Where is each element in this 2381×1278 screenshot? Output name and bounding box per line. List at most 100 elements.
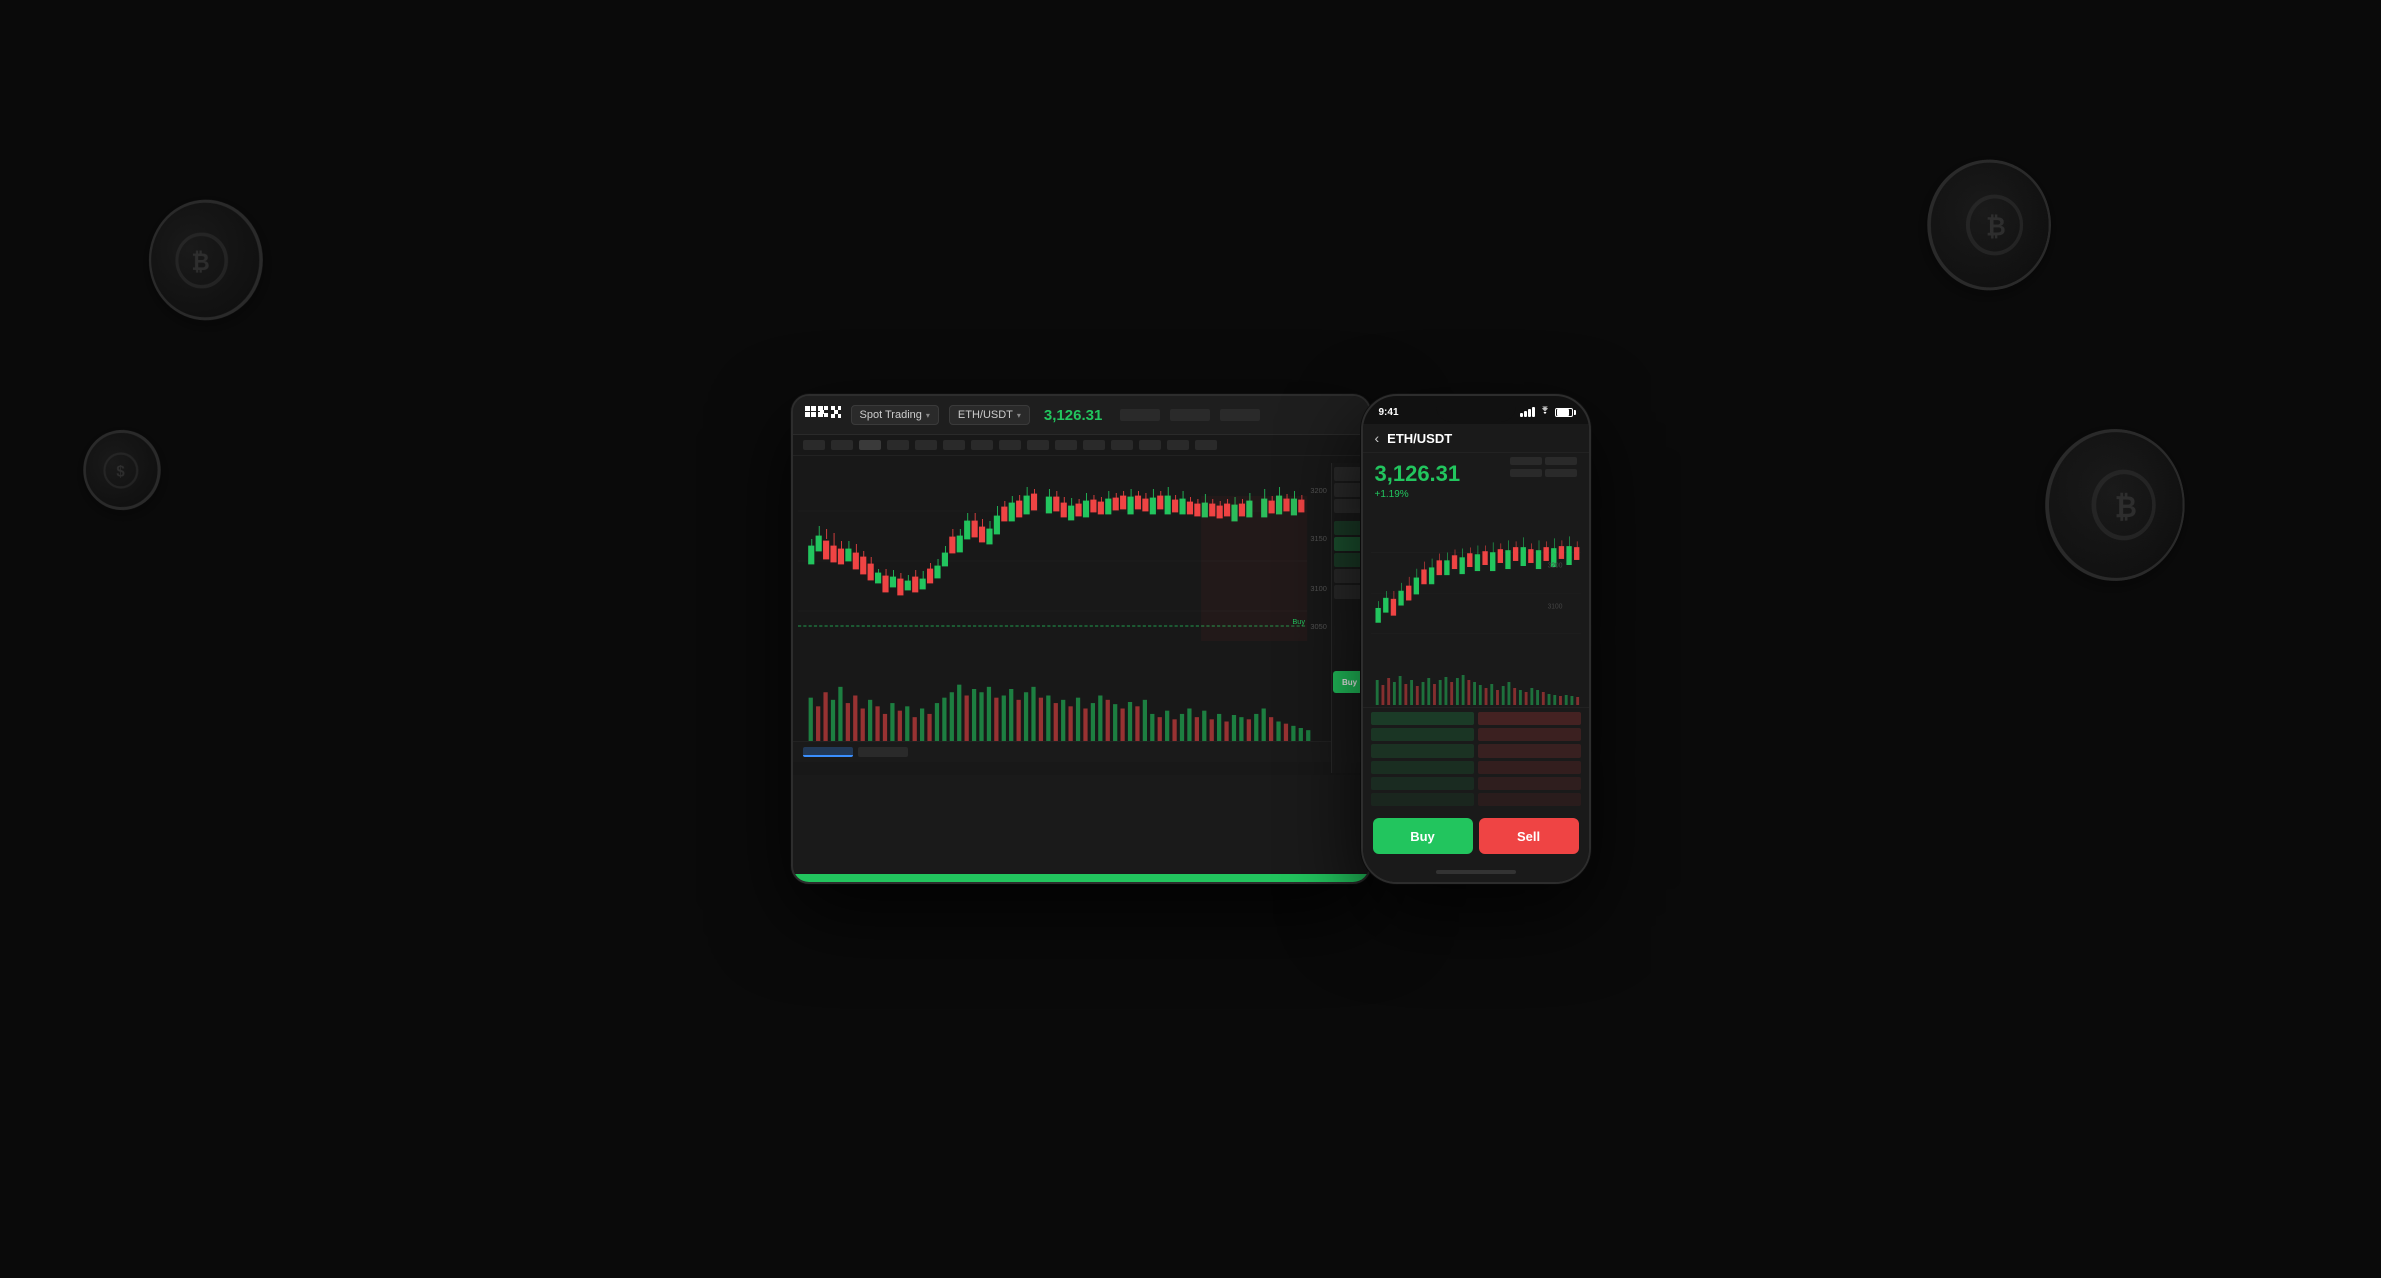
phone-notch	[1436, 396, 1516, 422]
ob-bid-3	[1371, 744, 1474, 757]
svg-text:3200: 3200	[1547, 563, 1562, 570]
toolbar-draw[interactable]	[1111, 440, 1133, 450]
phone-home-indicator	[1436, 870, 1516, 874]
phone-stats-row-1	[1510, 457, 1577, 465]
svg-text:$: $	[116, 464, 124, 481]
tablet-header: Spot Trading ▾ ETH/USDT ▾ 3,126.31	[793, 396, 1369, 435]
toolbar-item-1m[interactable]	[803, 440, 825, 450]
phone-volume	[1363, 668, 1589, 708]
orderbook-asks	[1478, 712, 1581, 806]
tablet-device: Spot Trading ▾ ETH/USDT ▾ 3,126.31	[791, 394, 1371, 884]
ob-ask-6	[1478, 793, 1581, 806]
buy-label: Buy	[1342, 678, 1357, 687]
phone-pair-label: ETH/USDT	[1387, 431, 1452, 446]
ob-bid-6	[1371, 793, 1474, 806]
svg-text:₿: ₿	[191, 248, 209, 275]
phone-buy-label: Buy	[1410, 829, 1435, 844]
chart-bottom	[793, 741, 1369, 762]
stat-block-2	[1170, 409, 1210, 421]
ob-ask-4	[1478, 761, 1581, 774]
svg-text:3100: 3100	[1310, 584, 1326, 593]
phone-chart: 3200 3100	[1363, 508, 1589, 668]
toolbar-item-1h[interactable]	[887, 440, 909, 450]
toolbar-item-1w[interactable]	[971, 440, 993, 450]
tablet-bottom-bar	[793, 874, 1369, 882]
svg-text:3200: 3200	[1310, 486, 1326, 495]
ob-bid-1	[1371, 712, 1474, 725]
signal-bars-icon	[1520, 407, 1535, 417]
phone-change: +1.19%	[1375, 489, 1577, 500]
dropdown-arrow-icon: ▾	[926, 411, 930, 420]
signal-bar-1	[1520, 413, 1523, 417]
pair-dropdown-arrow-icon: ▾	[1017, 411, 1021, 420]
toolbar-item-mk[interactable]	[1027, 440, 1049, 450]
phone-buy-button[interactable]: Buy	[1373, 818, 1473, 854]
okx-logo	[805, 404, 841, 426]
ob-ask-5	[1478, 777, 1581, 790]
battery-icon	[1555, 408, 1573, 417]
tablet-chart-area: Buy 3200 3150 3100 3050	[793, 435, 1369, 775]
spot-trading-label: Spot Trading	[860, 409, 922, 421]
svg-text:3150: 3150	[1310, 534, 1326, 543]
back-arrow-icon[interactable]: ‹	[1375, 430, 1380, 446]
signal-bar-2	[1524, 411, 1527, 417]
pair-label: ETH/USDT	[958, 409, 1013, 421]
toolbar-item-4h[interactable]	[915, 440, 937, 450]
coin-btc3: ₿	[1927, 152, 2051, 298]
phone-sell-button[interactable]: Sell	[1479, 818, 1579, 854]
ob-ask-3	[1478, 744, 1581, 757]
toolbar-crosshair[interactable]	[1083, 440, 1105, 450]
signal-bar-3	[1528, 409, 1531, 417]
phone-stats	[1510, 457, 1577, 477]
coin-btc4: ₿	[2045, 416, 2184, 594]
signal-bar-4	[1532, 407, 1535, 417]
tab-pills	[803, 747, 908, 757]
pair-selector[interactable]: ETH/USDT ▾	[949, 405, 1030, 425]
toolbar-screenshot[interactable]	[1167, 440, 1189, 450]
phone-nav: ‹ ETH/USDT	[1363, 424, 1589, 453]
toolbar-item-1d[interactable]	[943, 440, 965, 450]
phone-stat-4	[1545, 469, 1577, 477]
tab-history[interactable]	[858, 747, 908, 757]
svg-text:3050: 3050	[1310, 622, 1326, 631]
ob-bid-4	[1371, 761, 1474, 774]
header-stats	[1120, 409, 1260, 421]
chart-toolbar	[793, 435, 1369, 456]
toolbar-fullscreen[interactable]	[1195, 440, 1217, 450]
svg-text:3100: 3100	[1547, 603, 1562, 610]
ob-bid-5	[1371, 777, 1474, 790]
svg-text:Buy: Buy	[1292, 617, 1305, 626]
phone-orderbook	[1363, 708, 1589, 810]
phone-candlestick-chart: 3200 3100	[1371, 512, 1581, 664]
toolbar-item-5m[interactable]	[831, 440, 853, 450]
ob-ask-1	[1478, 712, 1581, 725]
stat-block-3	[1220, 409, 1260, 421]
toolbar-settings[interactable]	[1139, 440, 1161, 450]
candlestick-chart: Buy 3200 3150 3100 3050	[798, 461, 1339, 671]
wifi-icon	[1539, 406, 1551, 419]
coin-btc1: ₿	[149, 193, 263, 327]
volume-area	[793, 676, 1369, 741]
phone-action-buttons: Buy Sell	[1363, 810, 1589, 870]
coin-btc2: $	[83, 428, 160, 512]
phone-stat-2	[1545, 457, 1577, 465]
tab-open-orders[interactable]	[803, 747, 853, 757]
stat-block-1	[1120, 409, 1160, 421]
phone-device: 9:41	[1361, 394, 1591, 884]
chart-canvas: Buy 3200 3150 3100 3050	[793, 456, 1369, 676]
svg-text:₿: ₿	[2115, 490, 2137, 525]
toolbar-item-1mo[interactable]	[999, 440, 1021, 450]
status-icons	[1520, 406, 1573, 419]
toolbar-indicator[interactable]	[1055, 440, 1077, 450]
toolbar-item-15m[interactable]	[859, 440, 881, 450]
main-scene: ₿ $ ₿ ₿	[0, 0, 2381, 1278]
tablet-price: 3,126.31	[1044, 407, 1102, 424]
svg-text:₿: ₿	[1986, 212, 2006, 242]
ob-ask-2	[1478, 728, 1581, 741]
phone-price-section: 3,126.31 +1.19%	[1363, 453, 1589, 508]
phone-sell-label: Sell	[1517, 829, 1540, 844]
spot-trading-button[interactable]: Spot Trading ▾	[851, 405, 939, 425]
phone-stat-1	[1510, 457, 1542, 465]
status-time: 9:41	[1379, 407, 1399, 418]
devices-container: Spot Trading ▾ ETH/USDT ▾ 3,126.31	[791, 394, 1591, 884]
